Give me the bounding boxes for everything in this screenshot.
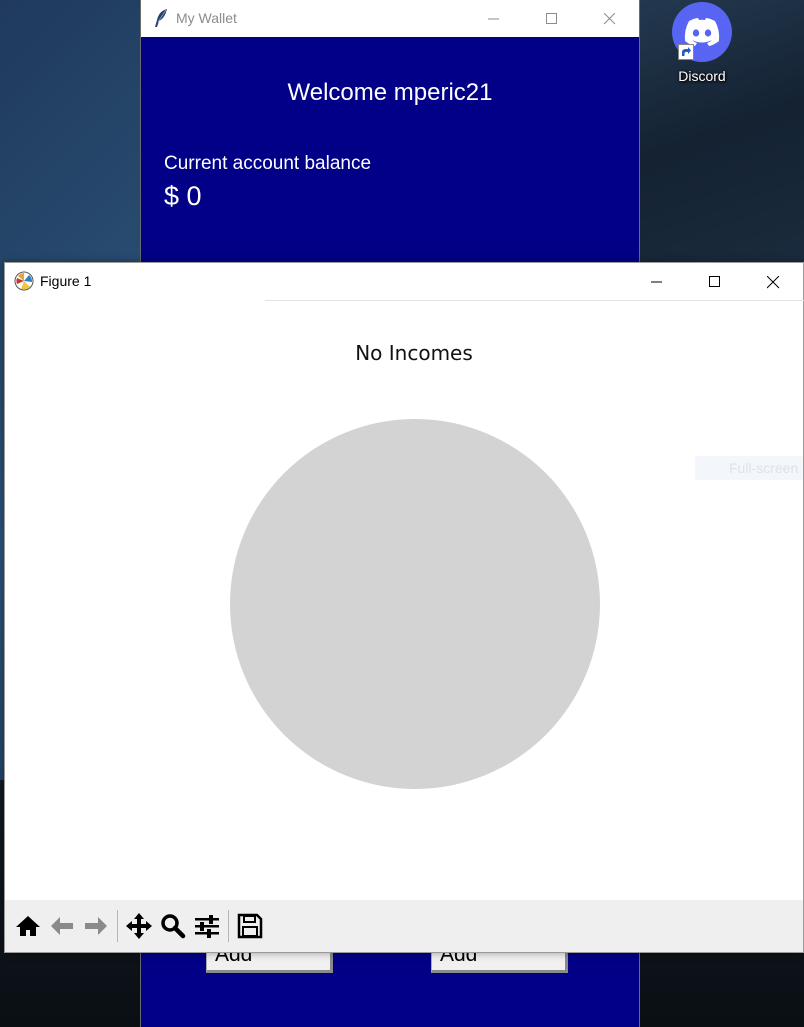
wallet-maximize-button[interactable] bbox=[523, 0, 581, 37]
pan-icon[interactable] bbox=[122, 906, 156, 946]
wallet-close-button[interactable] bbox=[581, 0, 639, 37]
fullscreen-hint: Full-screen bbox=[695, 456, 803, 480]
figure-canvas[interactable]: No Incomes Full-screen bbox=[5, 301, 803, 901]
figure-close-button[interactable] bbox=[744, 263, 802, 301]
toolbar-separator bbox=[228, 910, 229, 942]
forward-icon[interactable] bbox=[79, 906, 113, 946]
pie-slice bbox=[230, 419, 600, 789]
feather-icon bbox=[153, 8, 169, 33]
configure-subplots-icon[interactable] bbox=[190, 906, 224, 946]
discord-label: Discord bbox=[678, 68, 726, 84]
shortcut-arrow-icon bbox=[678, 44, 694, 60]
balance-label: Current account balance bbox=[164, 153, 372, 174]
wallet-title: My Wallet bbox=[176, 10, 237, 26]
figure-minimize-button[interactable] bbox=[628, 263, 686, 301]
wallet-titlebar[interactable]: My Wallet bbox=[141, 0, 639, 37]
zoom-icon[interactable] bbox=[156, 906, 190, 946]
toolbar-separator bbox=[117, 910, 118, 942]
figure-title: Figure 1 bbox=[40, 273, 92, 289]
pie-chart bbox=[230, 419, 600, 789]
home-icon[interactable] bbox=[11, 906, 45, 946]
navigation-toolbar bbox=[5, 900, 803, 952]
discord-icon bbox=[672, 2, 732, 62]
figure-titlebar[interactable]: Figure 1 bbox=[5, 263, 803, 301]
save-icon[interactable] bbox=[233, 906, 267, 946]
discord-desktop-shortcut[interactable]: Discord bbox=[666, 2, 738, 86]
balance-value: $ 0 bbox=[164, 181, 202, 211]
figure-maximize-button[interactable] bbox=[686, 263, 744, 301]
wallet-minimize-button[interactable] bbox=[465, 0, 523, 37]
back-icon[interactable] bbox=[45, 906, 79, 946]
welcome-heading: Welcome mperic21 bbox=[287, 79, 493, 106]
figure-window[interactable]: Figure 1 No Incomes Full-screen bbox=[4, 262, 804, 953]
matplotlib-icon bbox=[14, 271, 34, 296]
